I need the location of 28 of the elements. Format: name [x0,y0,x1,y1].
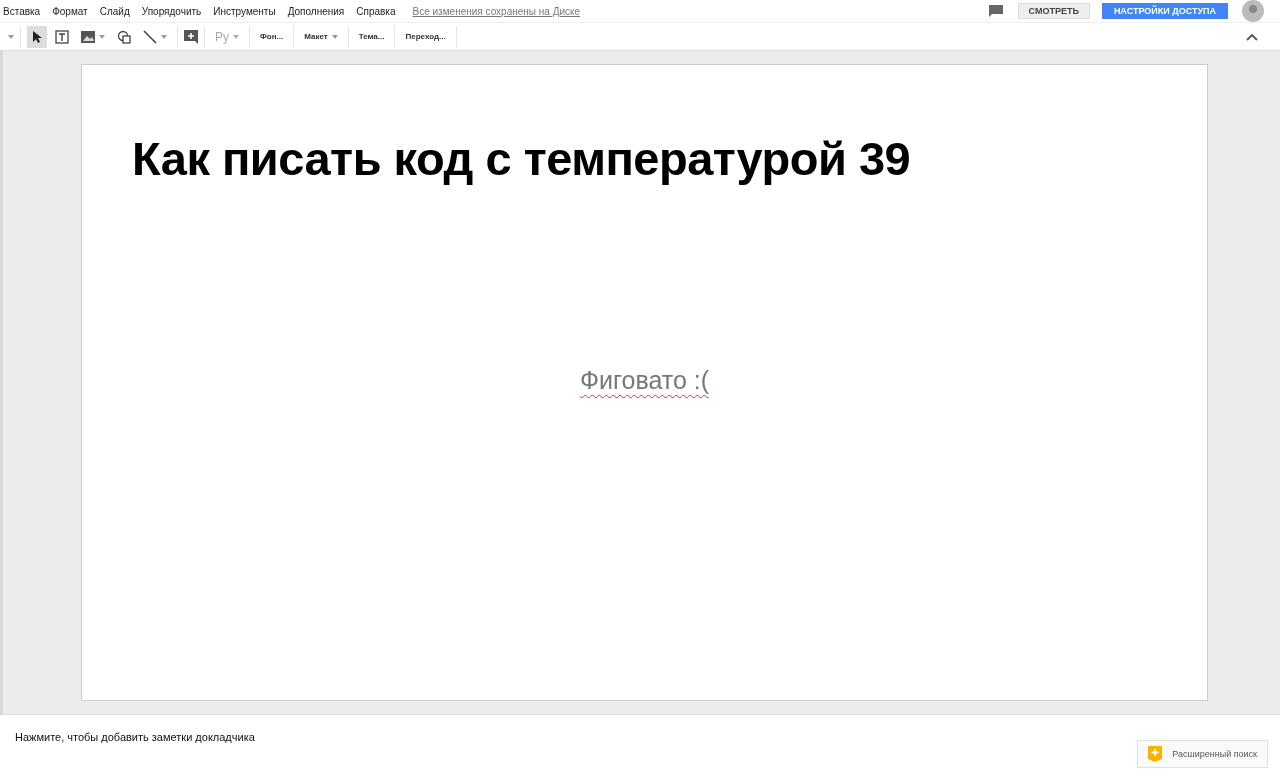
slide-title[interactable]: Как писать код с температурой 39 [132,131,1207,186]
comment-icon[interactable] [987,4,1006,18]
caret-icon [233,34,239,39]
menu-item[interactable]: Дополнения [287,5,345,17]
menu-item[interactable]: Слайд [99,5,130,17]
add-comment-icon[interactable] [184,29,198,44]
caret-icon[interactable] [8,34,14,39]
menu-item[interactable]: Упорядочить [141,5,202,17]
explore-icon [1148,746,1163,762]
menu-item[interactable]: Формат [52,5,88,17]
caret-icon [331,34,338,39]
speaker-notes-placeholder[interactable]: Нажмите, чтобы добавить заметки докладчика [15,731,255,743]
collapse-icon[interactable] [1246,32,1258,41]
toolbar-button[interactable]: Переход... [401,32,450,41]
slide-subtitle[interactable]: Фиговато :( [579,366,710,395]
share-button[interactable]: НАСТРОЙКИ ДОСТУПА [1101,3,1228,19]
toolbar-button[interactable]: Тема... [354,32,389,41]
menu-item[interactable]: Вставка [3,5,41,17]
toolbar-button[interactable]: Макет [300,32,342,41]
avatar-icon[interactable] [1240,0,1266,22]
select-pointer-icon[interactable] [27,25,47,48]
menu-item[interactable]: Справка [356,5,396,17]
toolbar-button[interactable]: Фон... [256,32,288,41]
explore-button[interactable]: Расширенный поиск [1137,740,1268,768]
present-button[interactable]: СМОТРЕТЬ [1017,3,1090,19]
save-status-link[interactable]: Все изменения сохранены на Диске [412,5,581,17]
slide[interactable]: Как писать код с температурой 39 Фиговато :( [81,64,1208,701]
menu-item[interactable]: Инструменты [213,5,276,17]
